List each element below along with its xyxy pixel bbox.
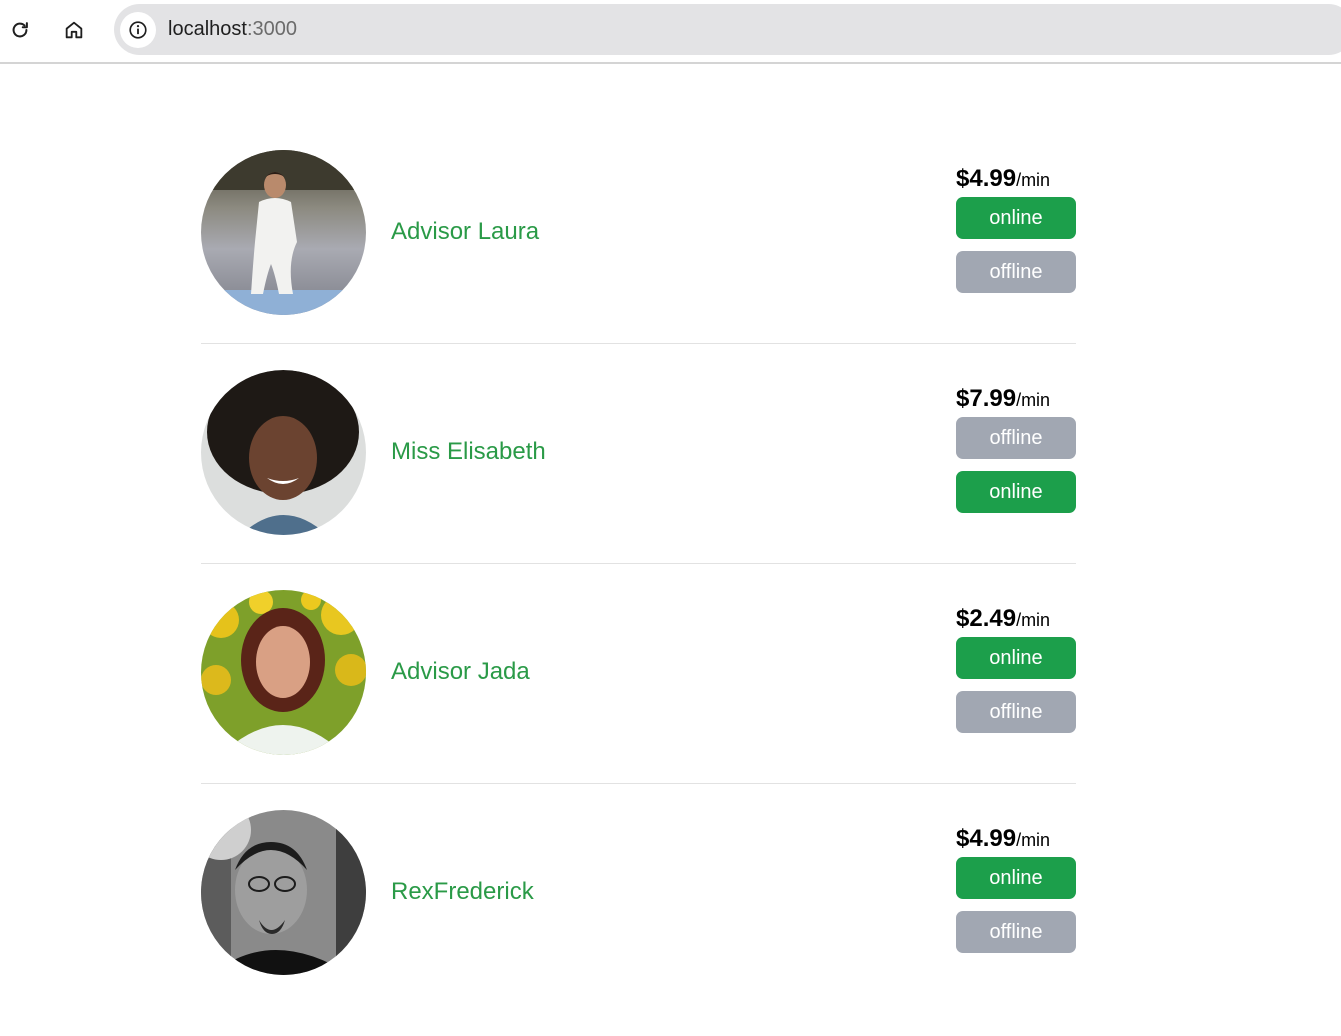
offline-button[interactable]: offline bbox=[956, 417, 1076, 459]
price-unit: /min bbox=[1016, 390, 1051, 410]
price-unit: /min bbox=[1016, 170, 1051, 190]
reload-button[interactable] bbox=[2, 12, 38, 48]
home-icon bbox=[65, 21, 83, 39]
offline-button[interactable]: offline bbox=[956, 911, 1076, 953]
avatar bbox=[201, 370, 366, 535]
price-unit: /min bbox=[1016, 830, 1051, 850]
advisor-row: Miss Elisabeth $7.99/min offline online bbox=[201, 344, 1076, 564]
advisor-name[interactable]: Advisor Laura bbox=[391, 218, 539, 246]
info-icon bbox=[129, 20, 147, 39]
price-box: $7.99/min offline online bbox=[956, 384, 1076, 513]
price: $7.99/min bbox=[956, 384, 1076, 414]
avatar bbox=[201, 590, 366, 755]
url-port: :3000 bbox=[246, 18, 297, 40]
price-unit: /min bbox=[1016, 610, 1051, 630]
site-info-button[interactable] bbox=[120, 11, 156, 48]
price-box: $4.99/min online offline bbox=[956, 164, 1076, 293]
advisor-list: Advisor Laura $4.99/min online offline M… bbox=[201, 124, 1076, 1004]
url-host: localhost bbox=[168, 18, 247, 40]
advisor-row: RexFrederick $4.99/min online offline bbox=[201, 784, 1076, 1004]
price-box: $2.49/min online offline bbox=[956, 604, 1076, 733]
price-amount: $4.99 bbox=[956, 165, 1017, 192]
price: $4.99/min bbox=[956, 824, 1076, 854]
price-amount: $2.49 bbox=[956, 605, 1017, 632]
price-amount: $7.99 bbox=[956, 385, 1017, 412]
price: $4.99/min bbox=[956, 164, 1076, 194]
online-button[interactable]: online bbox=[956, 857, 1076, 899]
browser-toolbar: localhost:3000 bbox=[0, 0, 1341, 64]
advisor-name[interactable]: Advisor Jada bbox=[391, 658, 530, 686]
reload-icon bbox=[12, 22, 28, 38]
online-button[interactable]: online bbox=[956, 637, 1076, 679]
price-amount: $4.99 bbox=[956, 825, 1017, 852]
url-text[interactable]: localhost:3000 bbox=[168, 18, 297, 41]
advisor-name[interactable]: RexFrederick bbox=[391, 878, 534, 906]
address-bar[interactable]: localhost:3000 bbox=[114, 4, 1341, 55]
home-button[interactable] bbox=[56, 12, 92, 48]
price: $2.49/min bbox=[956, 604, 1076, 634]
offline-button[interactable]: offline bbox=[956, 691, 1076, 733]
advisor-row: Advisor Laura $4.99/min online offline bbox=[201, 124, 1076, 344]
advisor-row: Advisor Jada $2.49/min online offline bbox=[201, 564, 1076, 784]
advisor-name[interactable]: Miss Elisabeth bbox=[391, 438, 546, 466]
avatar bbox=[201, 810, 366, 975]
online-button[interactable]: online bbox=[956, 471, 1076, 513]
online-button[interactable]: online bbox=[956, 197, 1076, 239]
price-box: $4.99/min online offline bbox=[956, 824, 1076, 953]
avatar bbox=[201, 150, 366, 315]
offline-button[interactable]: offline bbox=[956, 251, 1076, 293]
